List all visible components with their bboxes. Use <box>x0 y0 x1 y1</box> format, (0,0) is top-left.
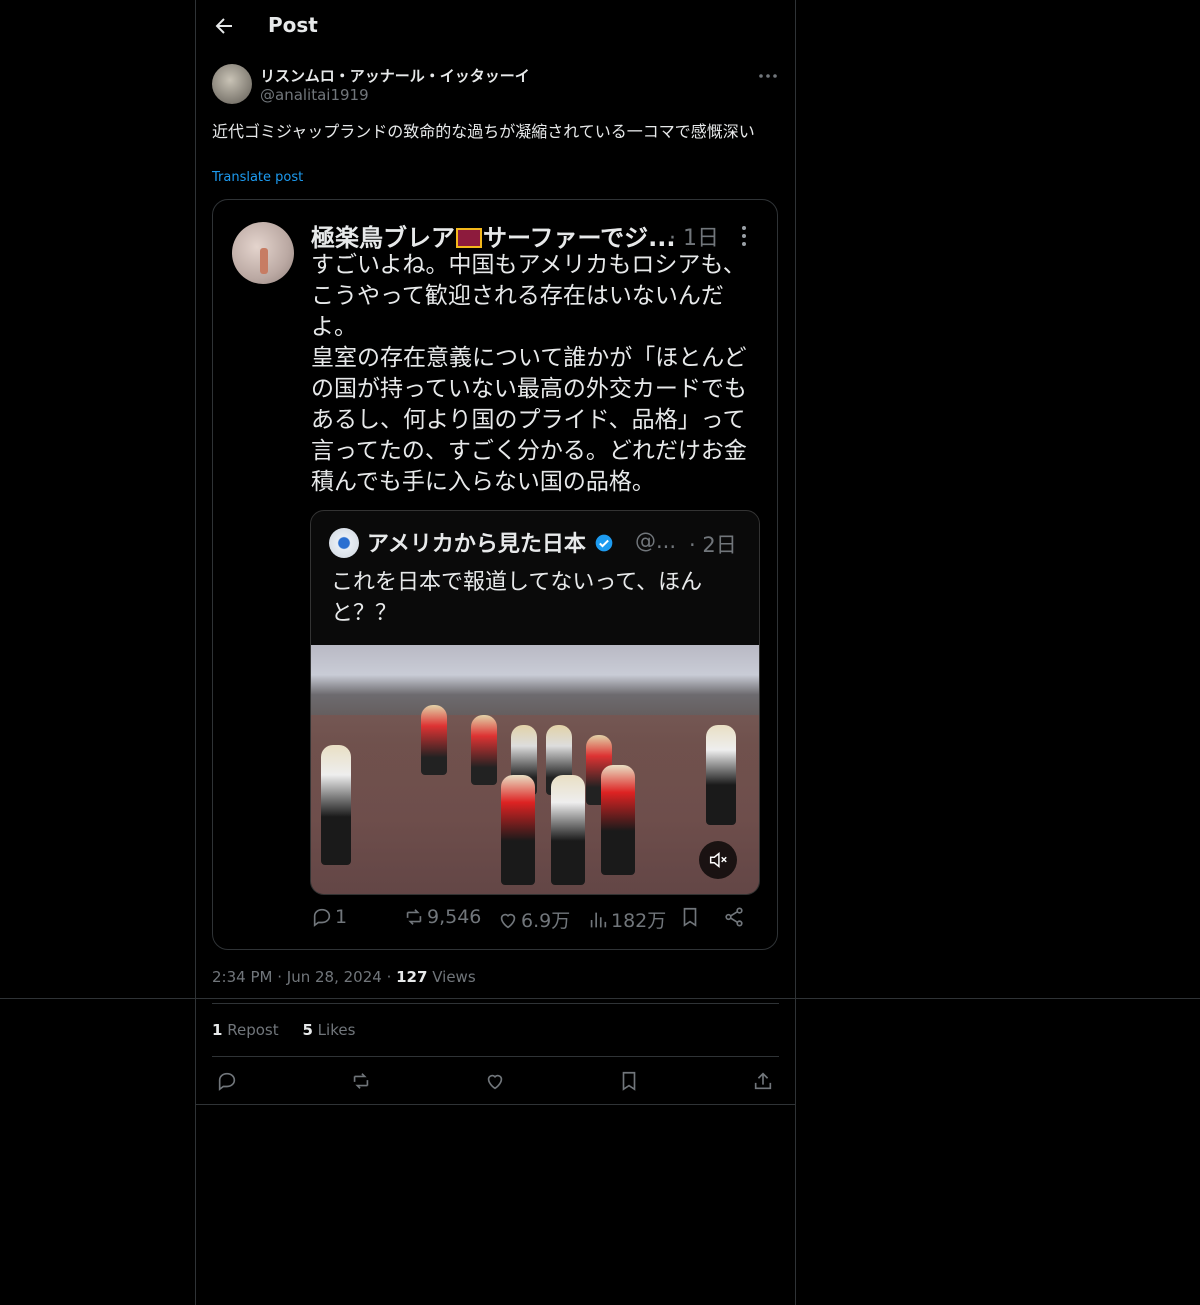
screenshot-more-icon <box>739 224 749 248</box>
translate-post-link[interactable]: Translate post <box>212 170 303 185</box>
screenshot-views-count: 182万 <box>611 910 667 932</box>
page-header: Post <box>196 0 795 54</box>
divider <box>212 1003 779 1004</box>
author-avatar[interactable] <box>212 64 252 104</box>
post-text: 近代ゴミジャップランドの致命的な過ちが凝縮されている一コマで感慨深い <box>212 122 755 141</box>
reply-button[interactable] <box>212 1066 242 1096</box>
post-date[interactable]: Jun 28, 2024 <box>287 968 382 986</box>
post-media-image[interactable]: 極楽鳥ブレア サーファーでジ... · 1日 すごいよね。中国もアメリカもロシアも… <box>212 199 778 950</box>
guard-rider <box>471 715 497 785</box>
likes-label: Likes <box>317 1021 356 1039</box>
bookmark-icon <box>622 1071 636 1091</box>
screenshot-views: 182万 <box>587 906 666 933</box>
share-icon <box>725 907 743 927</box>
repost-icon <box>353 1073 369 1089</box>
page-title: Post <box>268 13 318 37</box>
likes-count: 5 <box>302 1021 313 1039</box>
dot-separator: · <box>277 968 287 986</box>
screenshot-post-time: · 1日 <box>669 226 719 251</box>
views-chart-icon <box>590 912 607 927</box>
dot-separator: · <box>386 968 397 986</box>
guard-rider <box>501 775 535 885</box>
reposts-label: Repost <box>227 1021 279 1039</box>
heart-icon <box>487 1074 503 1090</box>
guard-rider <box>601 765 635 875</box>
screenshot-reposts: 9,546 <box>403 906 481 928</box>
post-time[interactable]: 2:34 PM <box>212 968 272 986</box>
quoted-post-time: · 2日 <box>689 533 737 557</box>
guard-rider <box>421 705 447 775</box>
more-options-icon[interactable] <box>756 64 780 88</box>
engagement-stats: 1 Repost 5 Likes <box>212 1021 355 1039</box>
divider <box>212 1056 779 1057</box>
like-button[interactable] <box>480 1066 510 1096</box>
screenshot-name-part-2: サーファーでジ... <box>483 224 676 252</box>
screenshot-bookmark <box>679 906 701 928</box>
quoted-post-text: これを日本で報道してないって、ほんと？？ <box>331 570 703 626</box>
sri-lanka-flag-icon <box>456 228 482 248</box>
author-handle[interactable]: @analitai1919 <box>260 86 369 104</box>
post-timestamp: 2:34 PM · Jun 28, 2024 · 127 Views <box>212 968 476 986</box>
bookmark-button[interactable] <box>614 1066 644 1096</box>
screenshot-action-bar: 1 9,546 6.9万 182万 <box>311 906 761 936</box>
screenshot-likes-count: 6.9万 <box>521 910 571 932</box>
views-label: Views <box>432 968 476 986</box>
share-button[interactable] <box>748 1066 778 1096</box>
eye-avatar-icon <box>329 528 359 558</box>
main-column: Post リスンムロ・アッナール・イッタッーイ @analitai1919 近代… <box>195 0 796 1305</box>
verified-badge-icon <box>595 534 612 552</box>
screenshot-post-text: すごいよね。中国もアメリカもロシアも、こうやって歓迎される存在はいないんだよ。 … <box>311 252 747 495</box>
video-thumbnail <box>311 645 759 894</box>
post-action-bar <box>212 1066 779 1096</box>
likes-link[interactable]: 5 Likes <box>302 1021 355 1039</box>
reply-icon <box>313 908 331 927</box>
screenshot-author-name: 極楽鳥ブレア サーファーでジ... <box>311 218 675 253</box>
share-upload-icon <box>754 1072 772 1090</box>
back-arrow-icon[interactable] <box>212 14 238 40</box>
bookmark-icon <box>683 907 697 927</box>
screenshot-reposts-count: 9,546 <box>427 906 482 928</box>
repost-button[interactable] <box>346 1066 376 1096</box>
screenshot-quoted-post: アメリカから見た日本 @... · 2日 これを日本で報道してないって、ほんと？… <box>310 510 760 895</box>
reposts-link[interactable]: 1 Repost <box>212 1021 283 1039</box>
screenshot-likes: 6.9万 <box>497 906 570 933</box>
screenshot-replies-count: 1 <box>335 906 348 928</box>
reply-icon <box>218 1072 236 1091</box>
mute-icon[interactable] <box>699 841 737 879</box>
repost-icon <box>406 909 422 925</box>
views-count: 127 <box>396 968 428 986</box>
guard-rider <box>706 725 736 825</box>
quoted-author-name: アメリカから見た日本 <box>367 526 614 558</box>
screenshot-share <box>723 906 745 928</box>
quoted-author-handle: @... <box>635 529 677 553</box>
heart-icon <box>500 913 516 928</box>
screenshot-replies: 1 <box>311 906 347 928</box>
screenshot-name-part-1: 極楽鳥ブレア <box>311 224 455 252</box>
reposts-count: 1 <box>212 1021 223 1039</box>
screenshot-author-avatar <box>232 222 294 284</box>
guard-rider <box>321 745 351 865</box>
author-display-name[interactable]: リスンムロ・アッナール・イッタッーイ <box>260 65 530 86</box>
quoted-author-name-text: アメリカから見た日本 <box>367 532 586 557</box>
guard-rider <box>551 775 585 885</box>
divider <box>196 1104 795 1105</box>
